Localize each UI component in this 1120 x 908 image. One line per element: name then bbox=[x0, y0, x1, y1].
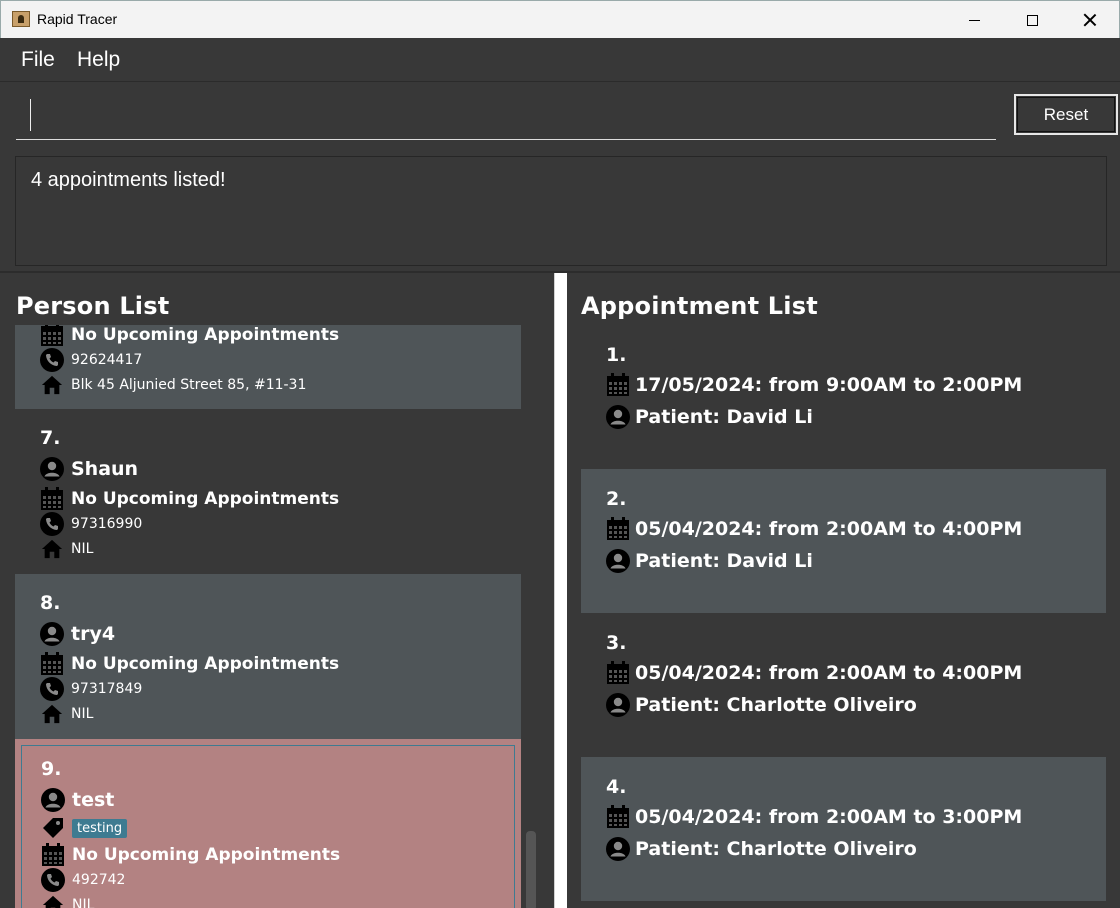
minimize-button[interactable] bbox=[945, 1, 1003, 39]
person-appointments: No Upcoming Appointments bbox=[71, 489, 340, 509]
appointment-index: 4. bbox=[606, 776, 627, 798]
person-name: Shaun bbox=[71, 458, 139, 480]
appointment-time: 05/04/2024: from 2:00AM to 4:00PM bbox=[635, 662, 1023, 684]
reset-button[interactable]: Reset bbox=[1014, 94, 1118, 135]
person-icon bbox=[605, 836, 631, 862]
appointment-index: 1. bbox=[606, 344, 627, 366]
calendar-icon bbox=[605, 372, 631, 398]
text-caret bbox=[30, 99, 31, 131]
appointment-time: 05/04/2024: from 2:00AM to 3:00PM bbox=[635, 806, 1023, 828]
maximize-button[interactable] bbox=[1003, 1, 1061, 39]
person-icon bbox=[605, 548, 631, 574]
appointment-patient: Patient: Charlotte Oliveiro bbox=[635, 694, 917, 716]
app-icon bbox=[12, 11, 30, 27]
minimize-icon bbox=[968, 19, 980, 21]
person-name: test bbox=[72, 789, 115, 811]
person-icon bbox=[40, 787, 66, 813]
calendar-icon bbox=[39, 651, 65, 677]
appointment-card[interactable]: 4. 05/04/2024: from 2:00AM to 3:00PM Pat… bbox=[581, 757, 1106, 901]
person-card-selected[interactable]: 9. test testing No Upcoming Appointments… bbox=[15, 739, 521, 908]
appointment-card[interactable]: 3. 05/04/2024: from 2:00AM to 4:00PM Pat… bbox=[581, 613, 1106, 757]
calendar-icon bbox=[39, 325, 65, 348]
home-icon bbox=[39, 701, 65, 727]
person-card[interactable]: 8. try4 No Upcoming Appointments 9731784… bbox=[15, 574, 521, 739]
appointment-list[interactable]: 1. 17/05/2024: from 9:00AM to 2:00PM Pat… bbox=[581, 325, 1106, 908]
person-card-partial[interactable]: No Upcoming Appointments 92624417 Blk 45… bbox=[15, 325, 521, 409]
window-title: Rapid Tracer bbox=[37, 11, 118, 27]
person-phone: 97316990 bbox=[71, 516, 143, 532]
calendar-icon bbox=[40, 842, 66, 868]
person-index: 9. bbox=[41, 758, 62, 780]
menu-file[interactable]: File bbox=[21, 48, 55, 72]
phone-icon bbox=[40, 867, 66, 893]
appointment-time: 05/04/2024: from 2:00AM to 4:00PM bbox=[635, 518, 1023, 540]
person-address: Blk 45 Aljunied Street 85, #11-31 bbox=[71, 377, 307, 393]
appointment-card[interactable]: 2. 05/04/2024: from 2:00AM to 4:00PM Pat… bbox=[581, 469, 1106, 613]
person-list[interactable]: No Upcoming Appointments 92624417 Blk 45… bbox=[15, 325, 521, 908]
menu-bar: File Help bbox=[0, 38, 1120, 82]
person-name: try4 bbox=[71, 623, 116, 645]
appointment-index: 3. bbox=[606, 632, 627, 654]
command-input[interactable] bbox=[16, 94, 996, 140]
close-icon bbox=[1083, 13, 1097, 27]
person-list-scrollbar[interactable] bbox=[521, 325, 537, 908]
person-phone: 492742 bbox=[72, 872, 126, 888]
maximize-icon bbox=[1026, 14, 1038, 26]
result-message: 4 appointments listed! bbox=[31, 169, 226, 191]
person-appointments: No Upcoming Appointments bbox=[71, 325, 340, 345]
calendar-icon bbox=[39, 486, 65, 512]
home-icon bbox=[39, 372, 65, 398]
tag-icon bbox=[40, 815, 66, 841]
result-display: 4 appointments listed! bbox=[15, 156, 1107, 266]
appointment-patient: Patient: Charlotte Oliveiro bbox=[635, 838, 917, 860]
person-icon bbox=[39, 621, 65, 647]
phone-icon bbox=[39, 347, 65, 373]
person-address: NIL bbox=[72, 897, 95, 908]
person-address: NIL bbox=[71, 706, 94, 722]
appointment-card[interactable]: 1. 17/05/2024: from 9:00AM to 2:00PM Pat… bbox=[581, 325, 1106, 469]
person-appointments: No Upcoming Appointments bbox=[71, 654, 340, 674]
calendar-icon bbox=[605, 516, 631, 542]
appointment-patient: Patient: David Li bbox=[635, 550, 813, 572]
person-icon bbox=[39, 456, 65, 482]
phone-icon bbox=[39, 676, 65, 702]
person-phone: 92624417 bbox=[71, 352, 143, 368]
person-tag: testing bbox=[72, 818, 128, 838]
person-index: 7. bbox=[40, 427, 61, 449]
split-pane-divider[interactable] bbox=[554, 273, 567, 908]
close-button[interactable] bbox=[1061, 1, 1119, 39]
appointment-list-title: Appointment List bbox=[581, 292, 818, 320]
person-card[interactable]: 7. Shaun No Upcoming Appointments 973169… bbox=[15, 409, 521, 574]
person-phone: 97317849 bbox=[71, 681, 143, 697]
appointment-time: 17/05/2024: from 9:00AM to 2:00PM bbox=[635, 374, 1023, 396]
home-icon bbox=[40, 892, 66, 908]
appointment-index: 2. bbox=[606, 488, 627, 510]
person-address: NIL bbox=[71, 541, 94, 557]
title-bar: Rapid Tracer bbox=[0, 0, 1120, 38]
phone-icon bbox=[39, 511, 65, 537]
appointment-patient: Patient: David Li bbox=[635, 406, 813, 428]
command-area: Reset bbox=[0, 83, 1120, 149]
person-appointments: No Upcoming Appointments bbox=[72, 845, 341, 865]
calendar-icon bbox=[605, 660, 631, 686]
calendar-icon bbox=[605, 804, 631, 830]
menu-help[interactable]: Help bbox=[77, 48, 120, 72]
person-index: 8. bbox=[40, 592, 61, 614]
home-icon bbox=[39, 536, 65, 562]
person-list-title: Person List bbox=[16, 292, 170, 320]
person-icon bbox=[605, 692, 631, 718]
person-icon bbox=[605, 404, 631, 430]
scrollbar-thumb[interactable] bbox=[526, 831, 536, 908]
